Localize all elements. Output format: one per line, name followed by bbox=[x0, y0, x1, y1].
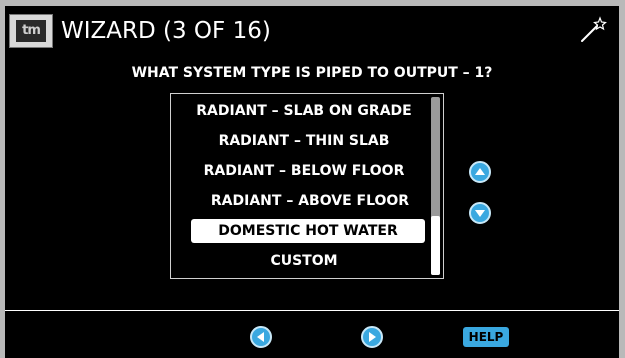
back-button[interactable] bbox=[250, 326, 272, 348]
option-custom[interactable]: CUSTOM bbox=[185, 249, 423, 273]
chevron-right-icon bbox=[369, 332, 376, 342]
page-title: WIZARD (3 OF 16) bbox=[61, 18, 271, 44]
chevron-left-icon bbox=[257, 332, 264, 342]
wizard-screen: tm WIZARD (3 OF 16) WHAT SYSTEM TYPE IS … bbox=[5, 6, 619, 358]
scroll-down-button[interactable] bbox=[469, 202, 491, 224]
option-radiant-thin-slab[interactable]: RADIANT – THIN SLAB bbox=[185, 129, 423, 153]
option-radiant-below-floor[interactable]: RADIANT – BELOW FLOOR bbox=[185, 159, 423, 183]
system-type-list[interactable]: RADIANT – SLAB ON GRADE RADIANT – THIN S… bbox=[170, 93, 444, 279]
next-button[interactable] bbox=[361, 326, 383, 348]
magic-wand-icon[interactable] bbox=[579, 16, 607, 44]
header: tm WIZARD (3 OF 16) bbox=[9, 10, 615, 50]
scrollbar-thumb[interactable] bbox=[431, 216, 440, 275]
option-radiant-slab-on-grade[interactable]: RADIANT – SLAB ON GRADE bbox=[185, 99, 423, 123]
option-radiant-above-floor[interactable]: RADIANT – ABOVE FLOOR bbox=[191, 189, 429, 213]
chevron-down-icon bbox=[475, 210, 485, 217]
option-domestic-hot-water[interactable]: DOMESTIC HOT WATER bbox=[191, 219, 425, 243]
scroll-up-button[interactable] bbox=[469, 161, 491, 183]
chevron-up-icon bbox=[475, 168, 485, 175]
divider bbox=[5, 310, 619, 311]
help-button[interactable]: HELP bbox=[463, 327, 509, 347]
tekmar-logo-icon: tm bbox=[9, 14, 53, 48]
wizard-question: WHAT SYSTEM TYPE IS PIPED TO OUTPUT – 1? bbox=[131, 65, 493, 81]
